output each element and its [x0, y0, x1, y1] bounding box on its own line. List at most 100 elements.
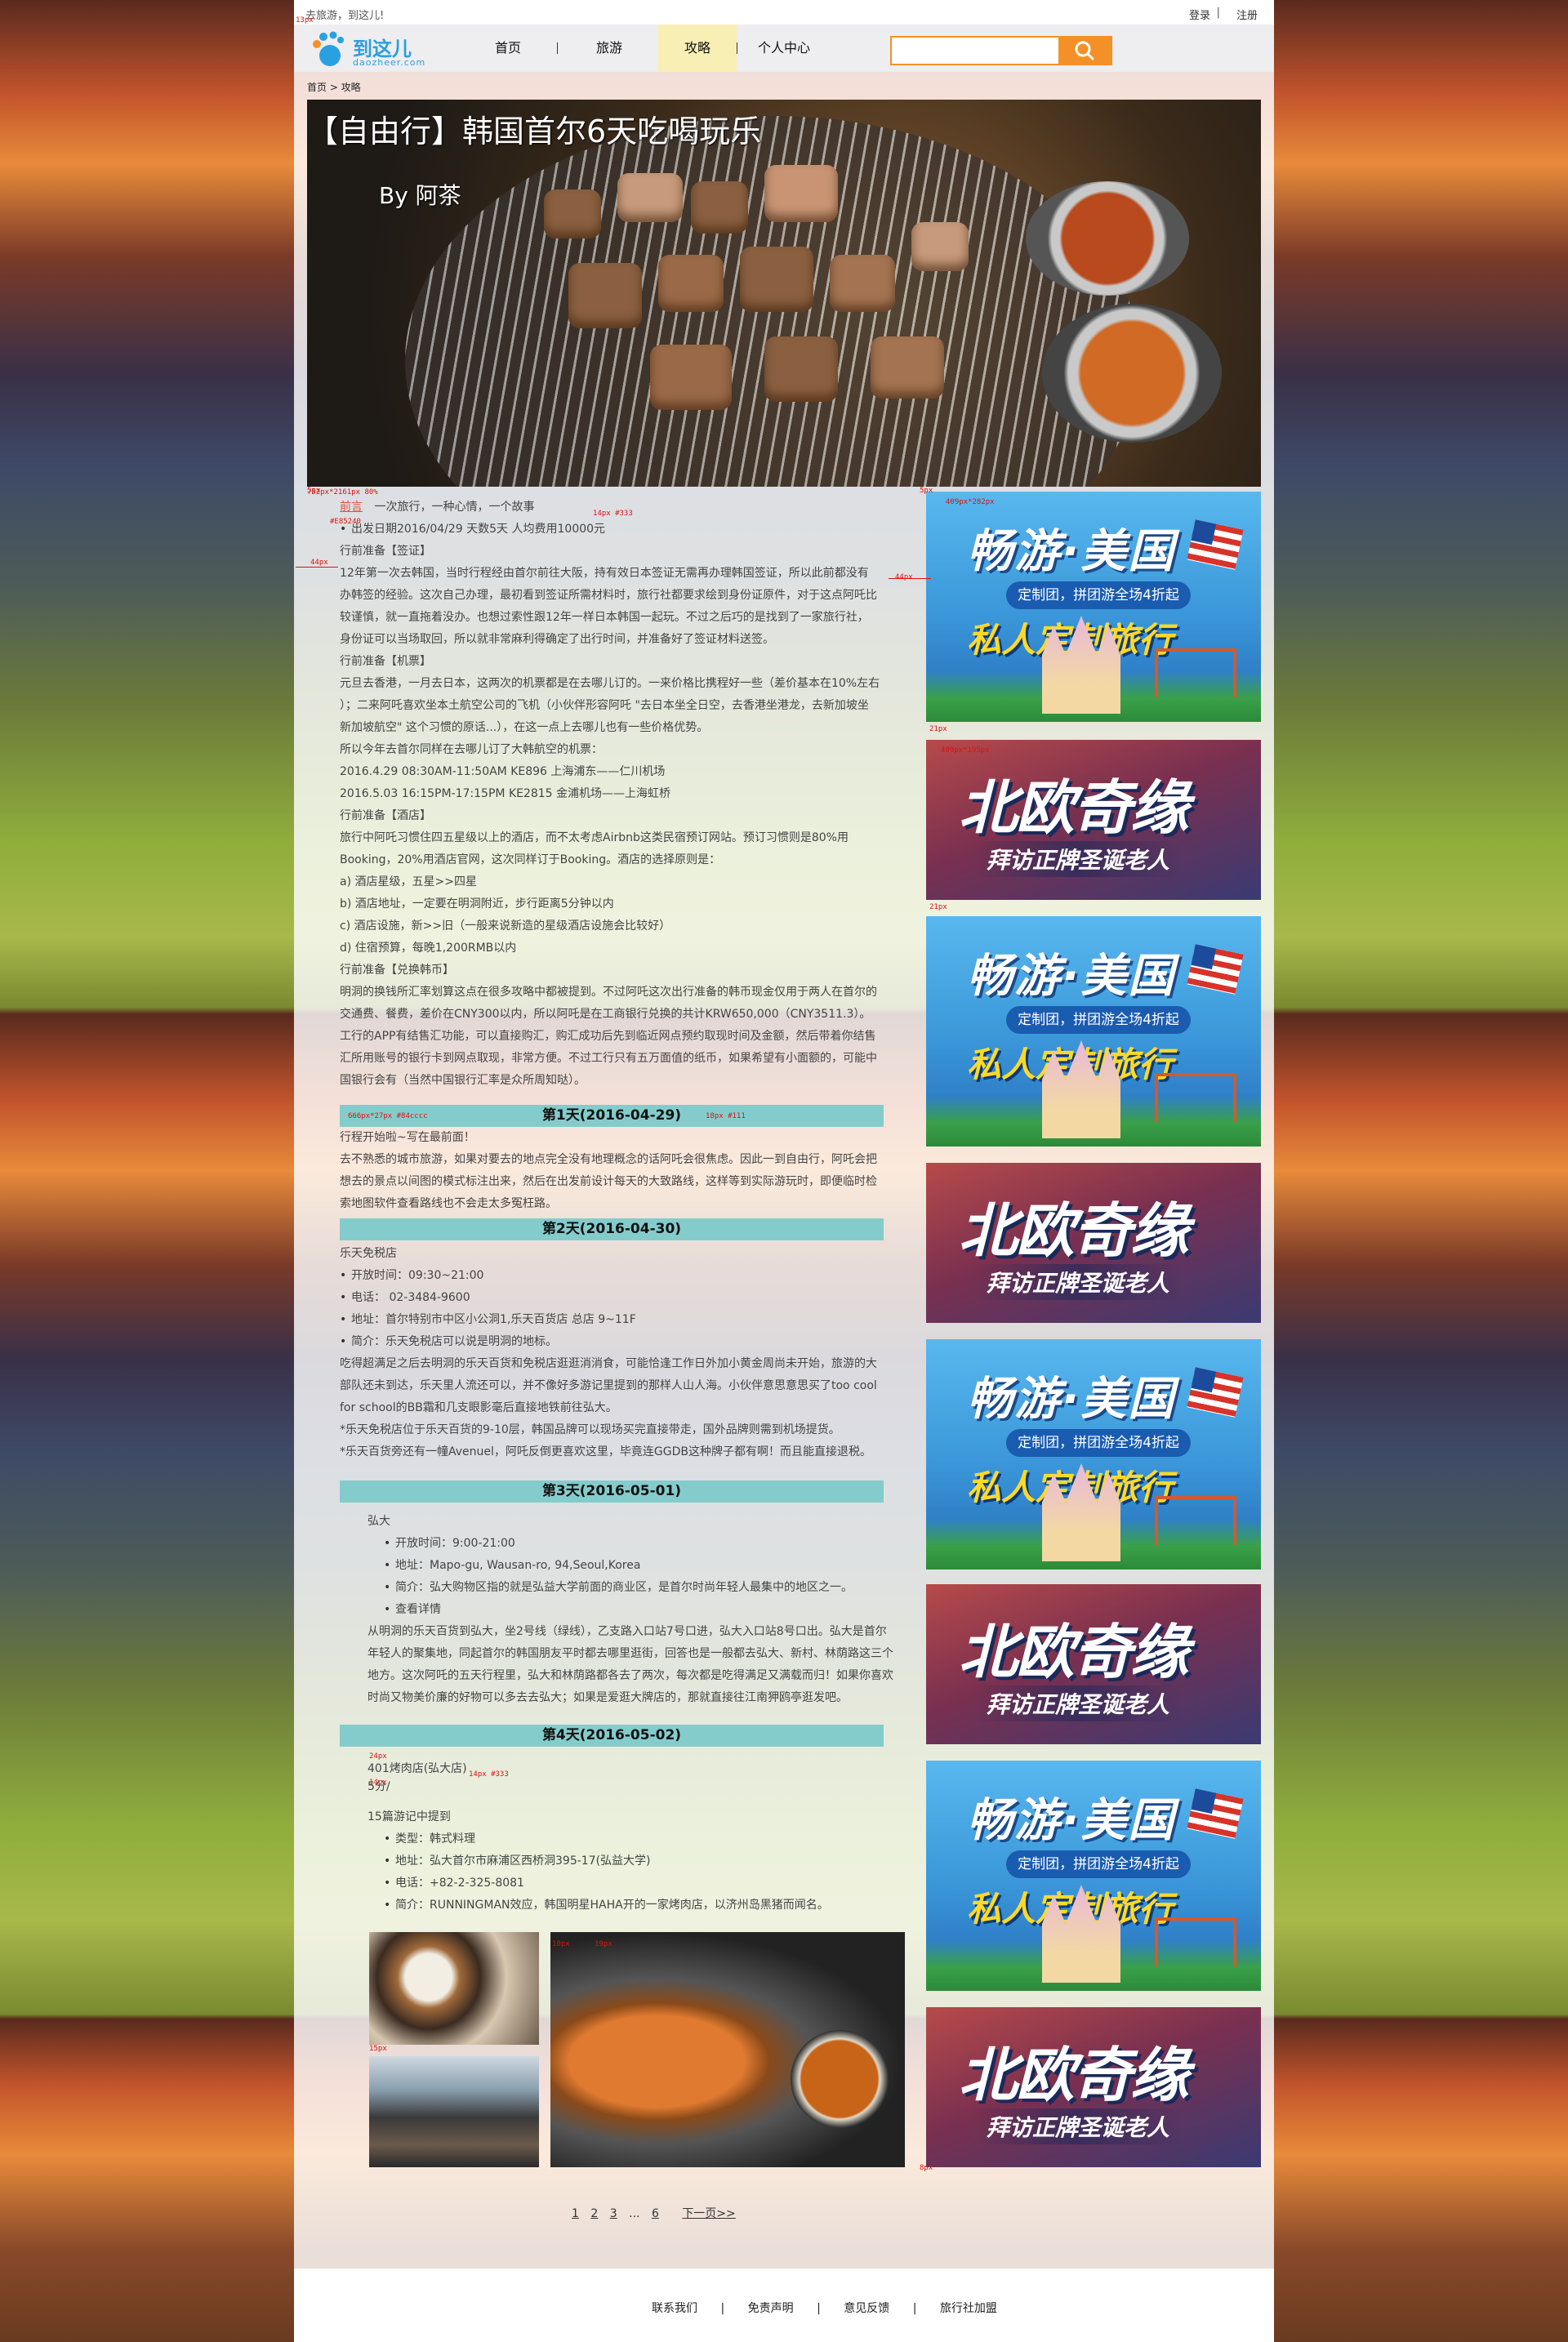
ad-banner-nordic[interactable]: 北欧奇缘 拜访正牌圣诞老人	[926, 2007, 1261, 2167]
hero-food-piece	[617, 173, 683, 222]
annotation-label: 18px #111	[706, 1112, 746, 1120]
poi-name[interactable]: 弘大	[368, 1511, 390, 1533]
footer-link-feedback[interactable]: 意见反馈	[844, 2302, 889, 2315]
hotel-criterion: c) 酒店设施，新>>旧（一般来说新造的星级酒店设施会比较好）	[340, 919, 671, 933]
hero-food-piece	[830, 255, 895, 312]
ad-title: 畅游·美国	[967, 950, 1176, 1003]
ad-title: 畅游·美国	[967, 1373, 1176, 1426]
paragraph-line: *乐天免税店位于乐天百货的9-10层，韩国品牌可以现场买完直接带走，国外品牌则需…	[340, 1423, 840, 1436]
nav-item-guides[interactable]: 攻略	[658, 24, 737, 72]
poi-detail: 地址：首尔特别市中区小公洞1,乐天百货店 总店 9~11F	[340, 1309, 636, 1331]
annotation-label: 409px*195px	[941, 746, 990, 755]
search-button[interactable]	[1058, 38, 1111, 64]
hero-food-piece	[911, 222, 969, 271]
intro-text: 一次旅行，一种心情，一个故事	[374, 501, 535, 514]
paragraph-line: 吃得超满足之后去明洞的乐天百货和免税店逛逛消消食，可能恰逢工作日外加小黄金周尚未…	[340, 1357, 877, 1370]
prep-heading: 行前准备【兑换韩币】	[340, 964, 454, 977]
ad-subtitle: 拜访正牌圣诞老人	[973, 2108, 1183, 2144]
view-details-link[interactable]: 查看详情	[384, 1599, 441, 1621]
ad-banner-usa[interactable]: 畅游·美国 定制团，拼团游全场4折起 私人定制旅行	[926, 916, 1261, 1147]
ad-banner-nordic[interactable]: 北欧奇缘 拜访正牌圣诞老人	[926, 1584, 1261, 1744]
hero-food-piece	[740, 247, 813, 312]
nav-item-profile[interactable]: 个人中心	[745, 24, 823, 72]
top-separator: |	[1216, 7, 1220, 19]
poi-detail: 简介：弘大购物区指的就是弘益大学前面的商业区，是首尔时尚年轻人最集中的地区之一。	[384, 1577, 853, 1599]
paragraph-line: 部队还未到达，乐天里人流还可以，并不像好多游记里提到的那样人山人海。小伙伴意思意…	[340, 1379, 877, 1392]
flight-line: 2016.5.03 16:15PM-17:15PM KE2815 金浦机场——上…	[340, 787, 671, 800]
ad-banner-nordic[interactable]: 北欧奇缘 拜访正牌圣诞老人	[926, 740, 1261, 900]
paragraph-line: 从明洞的乐天百货到弘大，坐2号线（绿线），乙支路入口站7号口进，弘大入口站8号口…	[368, 1625, 887, 1638]
page-link[interactable]: 6	[652, 2207, 659, 2220]
footprint-logo-icon	[313, 31, 344, 66]
annotation-label: 14px	[369, 1779, 387, 1787]
login-link[interactable]: 登录	[1189, 7, 1210, 22]
intro-line: 前言 一次旅行，一种心情，一个故事	[340, 496, 534, 519]
poi-name[interactable]: 401烤肉店(弘大店)	[368, 1761, 467, 1777]
hero-food-piece	[544, 189, 601, 238]
hero-food-piece	[764, 336, 838, 402]
next-page-link[interactable]: 下一页>>	[682, 2207, 735, 2220]
ad-tag: 定制团，拼团游全场4折起	[1006, 1429, 1191, 1457]
food-photo[interactable]	[369, 1932, 539, 2045]
nav-item-home[interactable]: 首页	[475, 24, 541, 72]
ad-banner-usa[interactable]: 畅游·美国 定制团，拼团游全场4折起 私人定制旅行	[926, 492, 1261, 722]
annotation-label: 666px*27px #84cccc	[348, 1112, 428, 1120]
nav-divider	[557, 42, 558, 54]
page-link[interactable]: 1	[572, 2207, 579, 2220]
annotation-label: 14px #333	[469, 1770, 509, 1779]
annotation-label: 24px	[369, 1752, 387, 1761]
day-heading: 第4天(2016-05-02)	[340, 1725, 884, 1747]
hotel-criterion: a) 酒店星级，五星>>四星	[340, 875, 477, 888]
bridge-icon	[1155, 1917, 1236, 1966]
annotation-label: 15px	[369, 2045, 387, 2053]
side-dish	[791, 2030, 889, 2128]
ad-banner-usa[interactable]: 畅游·美国 定制团，拼团游全场4折起 私人定制旅行	[926, 1339, 1261, 1569]
ad-banner-nordic[interactable]: 北欧奇缘 拜访正牌圣诞老人	[926, 1163, 1261, 1323]
paragraph-line: *乐天百货旁还有一幢Avenuel，阿吒反倒更喜欢这里，毕竟连GGDB这种牌子都…	[340, 1445, 871, 1458]
nav-item-travel[interactable]: 旅游	[577, 24, 642, 72]
paragraph-line: 索地图软件查看路线也不会走太多冤枉路。	[340, 1197, 557, 1210]
us-flag-icon	[1187, 1367, 1244, 1418]
poi-detail: 电话：+82-2-325-8081	[384, 1872, 524, 1895]
paragraph-line: 国银行会有（当然中国银行汇率是众所周知哒）。	[340, 1074, 586, 1087]
paragraph-line: 较谨慎，就一直拖着没办。也想过索性跟12年一样日本韩国一起玩。不过之后巧的是找到…	[340, 611, 869, 624]
greeting-text: 去旅游，到这儿!	[305, 10, 385, 22]
footer-separator: |	[720, 2302, 725, 2315]
day-heading: 第3天(2016-05-01)	[340, 1480, 884, 1503]
annotation-label: 21px	[929, 725, 947, 733]
ad-tag: 定制团，拼团游全场4折起	[1006, 1006, 1191, 1034]
breadcrumb: 首页 > 攻略	[307, 82, 361, 93]
restaurant-storefront-photo[interactable]	[369, 2056, 539, 2167]
footer-link-disclaimer[interactable]: 免责声明	[748, 2302, 794, 2315]
footer-links: 联系我们 | 免责声明 | 意见反馈 | 旅行社加盟	[642, 2300, 1007, 2316]
search-box	[890, 36, 1112, 65]
search-input[interactable]	[892, 38, 1068, 64]
annotation-label: 5px	[307, 487, 321, 495]
annotation-label: 14px #333	[593, 510, 633, 518]
footer-separator: |	[817, 2302, 821, 2315]
poi-detail: 开放时间：09:30~21:00	[340, 1265, 483, 1287]
prep-heading: 行前准备【签证】	[340, 545, 431, 558]
ad-banner-usa[interactable]: 畅游·美国 定制团，拼团游全场4折起 私人定制旅行	[926, 1761, 1261, 1991]
page-container: 去旅游，到这儿! 登录 | 注册 到这儿 daozheer.com 首页 旅游 …	[294, 0, 1274, 2342]
page-link[interactable]: 2	[590, 2207, 598, 2220]
annotation-label: 8px	[920, 2164, 933, 2172]
footer-link-partner[interactable]: 旅行社加盟	[940, 2302, 997, 2315]
poi-detail: 类型：韩式料理	[384, 1828, 475, 1850]
paragraph-line: for school的BB霜和几支眼影毫后直接地铁前往弘大。	[340, 1401, 617, 1414]
poi-detail: 地址：Mapo-gu, Wausan-ro, 94,Seoul,Korea	[384, 1555, 640, 1577]
register-link[interactable]: 注册	[1236, 7, 1258, 22]
main-nav: 到这儿 daozheer.com 首页 旅游 攻略 个人中心	[294, 24, 1274, 72]
ad-title: 北欧奇缘	[959, 773, 1189, 842]
footer-separator: |	[912, 2302, 917, 2315]
footer-link-contact[interactable]: 联系我们	[652, 2302, 697, 2315]
poi-name[interactable]: 乐天免税店	[340, 1243, 397, 1265]
annotation-label: #E85240	[330, 518, 361, 526]
site-logo[interactable]: 到这儿 daozheer.com	[310, 28, 433, 70]
hero-sauce-bowl	[1026, 181, 1189, 296]
annotation-label: 21px	[929, 903, 947, 911]
page-link[interactable]: 3	[610, 2207, 617, 2220]
trip-summary: 出发日期2016/04/29 天数5天 人均费用10000元	[340, 519, 605, 541]
bbq-tray-photo[interactable]	[550, 1932, 905, 2167]
hero-banner: 【自由行】韩国首尔6天吃喝玩乐 By 阿茶	[307, 100, 1261, 487]
